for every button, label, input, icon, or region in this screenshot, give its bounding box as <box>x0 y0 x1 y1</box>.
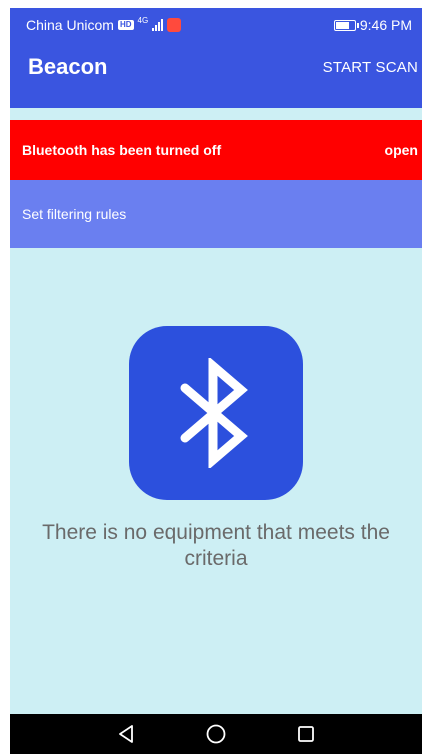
bluetooth-off-message: Bluetooth has been turned off <box>22 142 222 158</box>
spacer <box>10 108 422 120</box>
carrier-name: China Unicom <box>26 17 114 33</box>
open-bluetooth-button[interactable]: open <box>385 142 422 158</box>
status-bar: China Unicom HD 4G 9:46 PM <box>10 8 422 42</box>
hd-icon: HD <box>117 20 134 30</box>
start-scan-button[interactable]: START SCAN <box>323 59 418 76</box>
clock: 9:46 PM <box>359 17 412 33</box>
back-icon[interactable] <box>115 723 137 745</box>
battery-icon <box>333 19 359 31</box>
beacon-app: China Unicom HD 4G 9:46 PM Beacon START … <box>10 8 422 714</box>
bluetooth-rune-icon <box>180 358 248 468</box>
home-icon[interactable] <box>205 723 227 745</box>
empty-state-message: There is no equipment that meets the cri… <box>42 521 390 570</box>
network-type: 4G <box>137 15 149 25</box>
filter-rules-label: Set filtering rules <box>22 206 127 222</box>
app-title: Beacon <box>28 54 108 79</box>
battery-fill <box>335 21 349 29</box>
app-bar: Beacon START SCAN <box>10 42 422 108</box>
bluetooth-off-banner: Bluetooth has been turned off open <box>10 120 422 180</box>
recents-icon[interactable] <box>295 723 317 745</box>
status-right: 9:46 PM <box>333 17 412 33</box>
signal-icon <box>152 19 164 31</box>
status-left: China Unicom HD 4G <box>26 15 182 33</box>
filter-rules-row[interactable]: Set filtering rules <box>10 180 422 248</box>
app-notification-icon <box>167 18 182 32</box>
empty-state: There is no equipment that meets the cri… <box>10 326 422 572</box>
system-nav-bar <box>10 714 422 754</box>
phone-screen: China Unicom HD 4G 9:46 PM Beacon START … <box>0 0 422 754</box>
bluetooth-icon <box>129 326 303 500</box>
